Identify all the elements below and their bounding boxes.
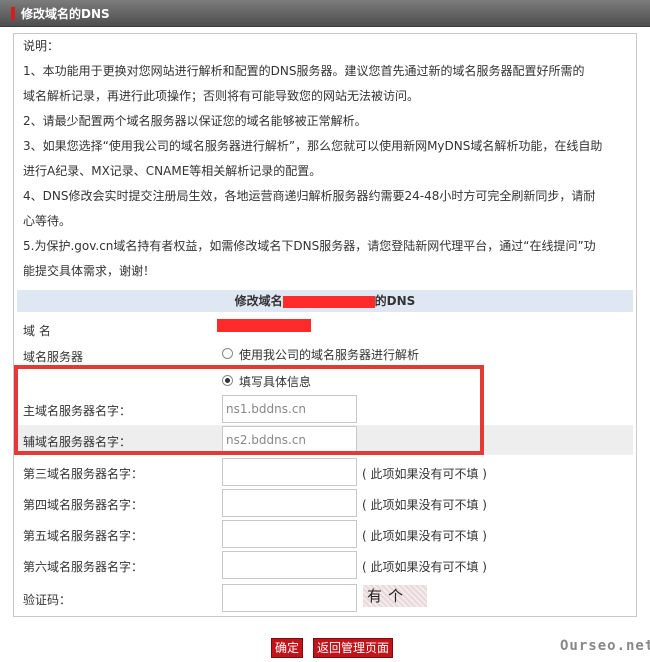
fourth-dns-input[interactable] <box>222 489 357 517</box>
option-custom-label: 填写具体信息 <box>239 375 312 389</box>
captcha-row: 验证码： 有个 <box>17 583 633 613</box>
optional-hint: ( 此项如果没有可不填 ) <box>362 529 487 543</box>
instructions: 说明： 1、本功能用于更换对您网站进行解析和配置的DNS服务器。建议您首先通过新… <box>23 34 623 284</box>
secondary-dns-label: 辅域名服务器名字： <box>23 435 132 449</box>
secondary-dns-input[interactable] <box>222 426 357 454</box>
instruction-line: 4、DNS修改会实时提交注册局生效，各地运营商递归解析服务器约需要24-48小时… <box>23 189 596 203</box>
optional-hint: ( 此项如果没有可不填 ) <box>362 560 487 574</box>
fifth-dns-row: 第五域名服务器名字： ( 此项如果没有可不填 ) <box>17 519 633 549</box>
option-company-label: 使用我公司的域名服务器进行解析 <box>239 348 420 362</box>
instruction-line: 进行A纪录、MX记录、CNAME等相关解析记录的配置。 <box>23 164 322 178</box>
optional-hint: ( 此项如果没有可不填 ) <box>362 467 487 481</box>
dns-server-row: 域名服务器 使用我公司的域名服务器进行解析 <box>17 340 633 370</box>
fifth-dns-input[interactable] <box>222 520 357 548</box>
option-company-radio[interactable] <box>222 348 233 359</box>
option-custom-radio[interactable] <box>222 375 233 386</box>
captcha-image[interactable]: 有个 <box>363 585 427 607</box>
fourth-dns-row: 第四域名服务器名字： ( 此项如果没有可不填 ) <box>17 488 633 518</box>
third-dns-input[interactable] <box>222 458 357 486</box>
sixth-dns-input[interactable] <box>222 551 357 579</box>
confirm-button[interactable]: 确定 <box>271 638 304 658</box>
section-title-suffix: 的DNS <box>374 294 416 308</box>
captcha-input[interactable] <box>222 584 357 612</box>
primary-dns-input[interactable] <box>222 395 357 423</box>
sixth-dns-row: 第六域名服务器名字： ( 此项如果没有可不填 ) <box>17 550 633 580</box>
custom-option-row: 填写具体信息 <box>17 367 633 397</box>
instructions-heading: 说明： <box>23 39 60 53</box>
sixth-dns-label: 第六域名服务器名字： <box>23 560 144 574</box>
instruction-line: 3、如果您选择“使用我公司的域名服务器进行解析”，那么您就可以使用新网MyDNS… <box>23 139 603 153</box>
watermark: Ourseo.net <box>560 638 650 654</box>
redacted-domain-value <box>217 319 311 332</box>
header-accent-bar <box>11 7 15 20</box>
redacted-domain <box>282 295 375 308</box>
instruction-line: 心等待。 <box>23 214 72 228</box>
fifth-dns-label: 第五域名服务器名字： <box>23 529 144 543</box>
third-dns-label: 第三域名服务器名字： <box>23 467 144 481</box>
form-section-header: 修改域名 的DNS <box>17 290 633 312</box>
instruction-line: 2、请最少配置两个域名服务器以保证您的域名能够被正常解析。 <box>23 114 367 128</box>
captcha-label: 验证码： <box>23 593 72 607</box>
secondary-dns-row: 辅域名服务器名字： <box>17 425 633 455</box>
instruction-line: 1、本功能用于更换对您网站进行解析和配置的DNS服务器。建议您首先通过新的域名服… <box>23 64 585 78</box>
page-header: 修改域名的DNS <box>0 0 650 27</box>
primary-dns-label: 主域名服务器名字： <box>23 404 132 418</box>
section-title-prefix: 修改域名 <box>234 294 283 308</box>
primary-dns-row: 主域名服务器名字： <box>17 394 633 424</box>
third-dns-row: 第三域名服务器名字： ( 此项如果没有可不填 ) <box>17 457 633 487</box>
fourth-dns-label: 第四域名服务器名字： <box>23 498 144 512</box>
back-to-management-button[interactable]: 返回管理页面 <box>313 638 394 658</box>
domain-label: 域 名 <box>23 324 51 338</box>
optional-hint: ( 此项如果没有可不填 ) <box>362 498 487 512</box>
instruction-line: 能提交具体需求，谢谢！ <box>23 264 156 278</box>
main-panel: 说明： 1、本功能用于更换对您网站进行解析和配置的DNS服务器。建议您首先通过新… <box>13 33 637 617</box>
dns-server-label: 域名服务器 <box>23 350 84 364</box>
page-title: 修改域名的DNS <box>21 7 110 21</box>
instruction-line: 5.为保护.gov.cn域名持有者权益，如需修改域名下DNS服务器，请您登陆新网… <box>23 239 596 253</box>
instruction-line: 域名解析记录，再进行此项操作；否则将有可能导致您的网站无法被访问。 <box>23 89 420 103</box>
